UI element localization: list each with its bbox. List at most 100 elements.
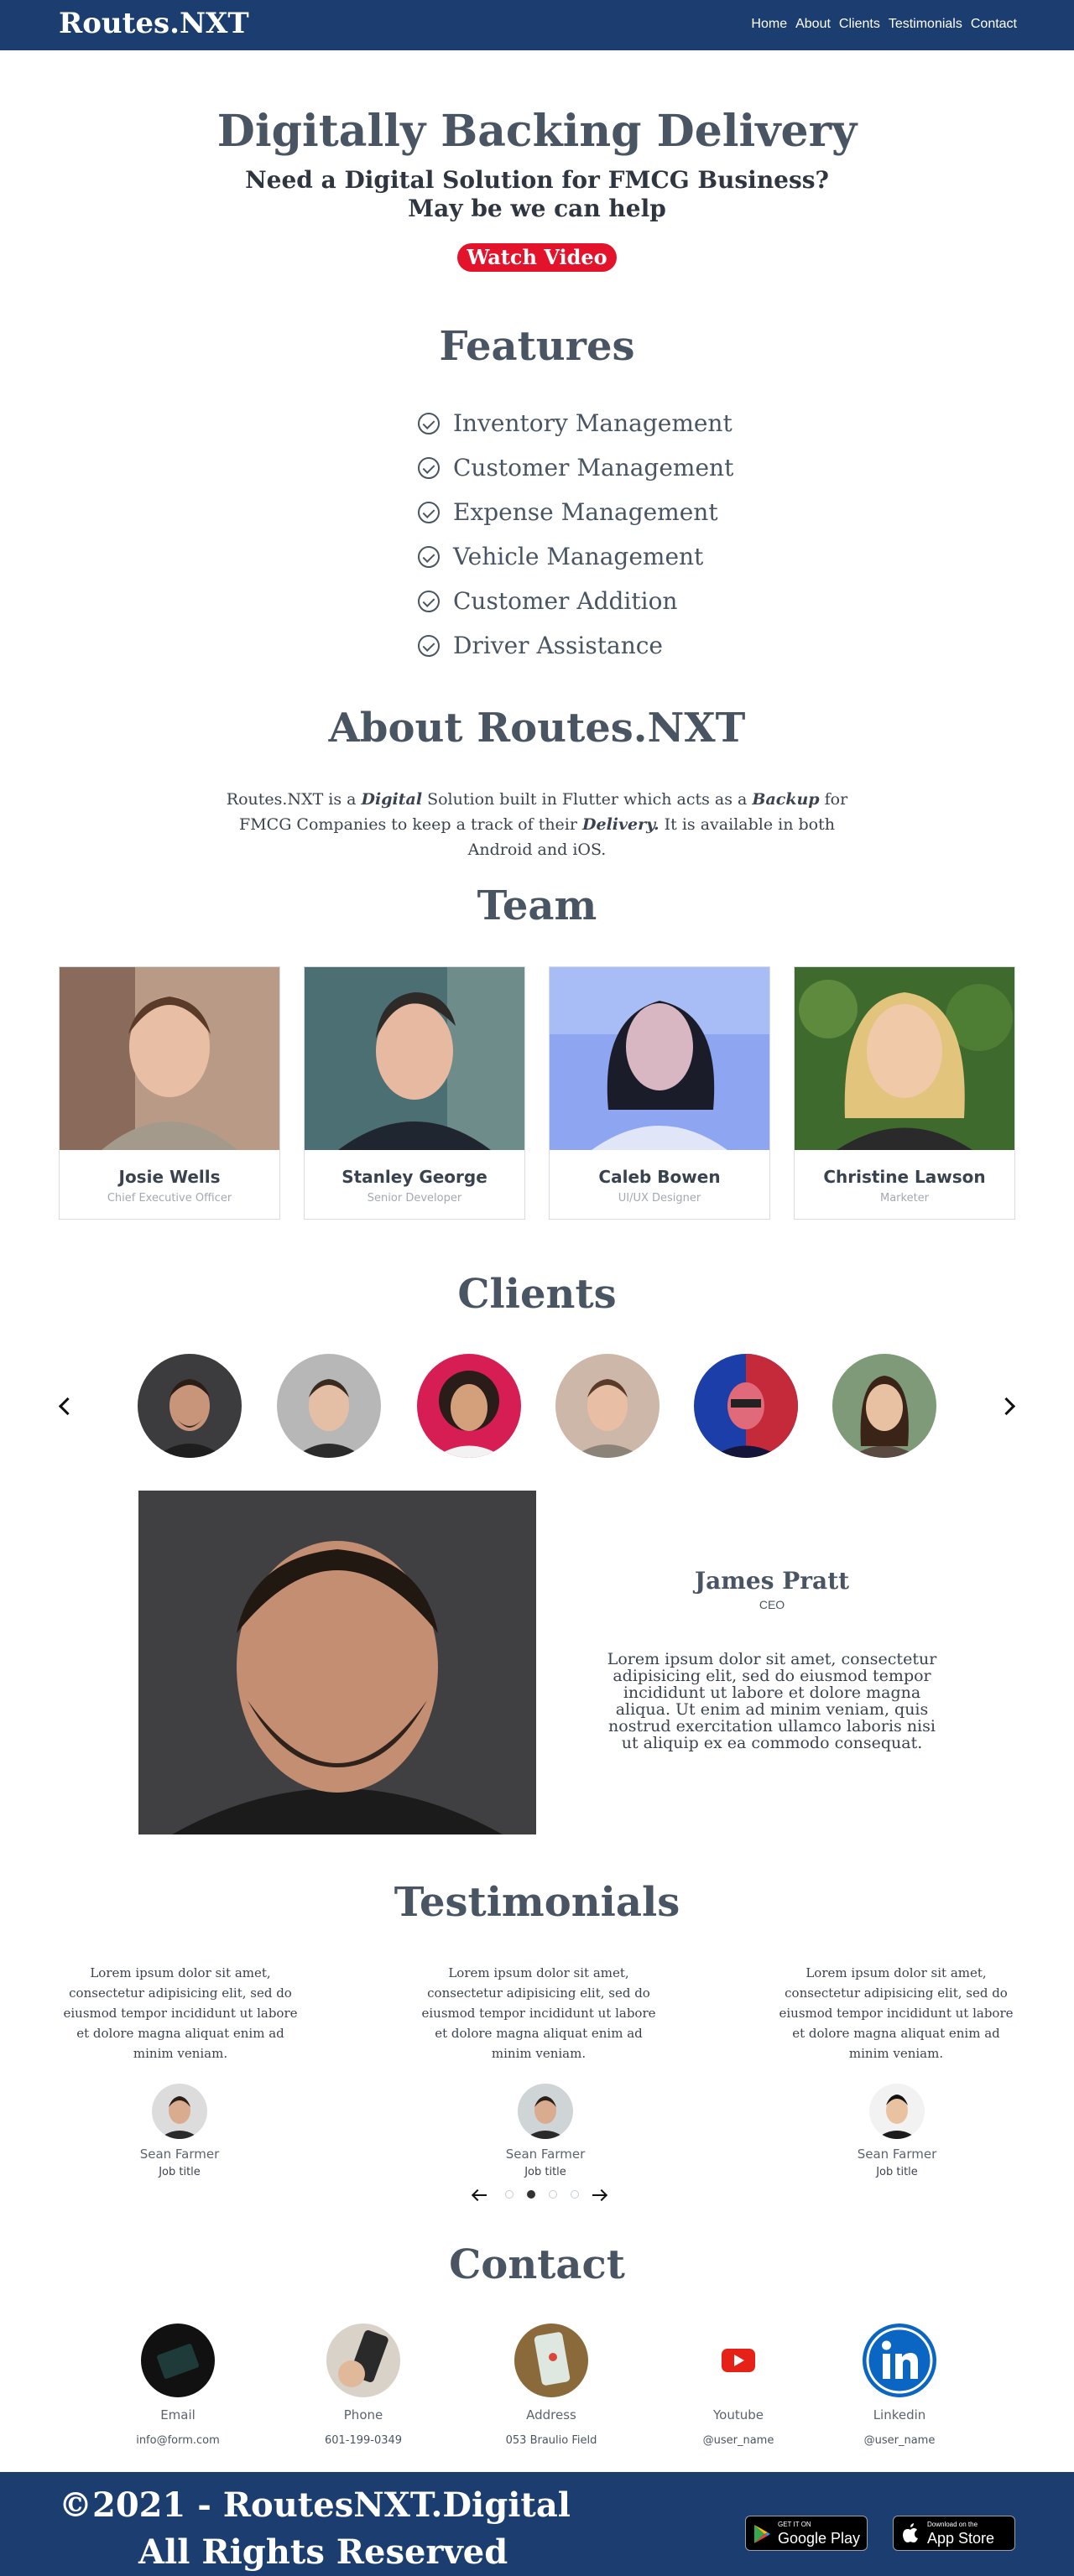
featured-client-image	[138, 1491, 536, 1834]
watch-video-button[interactable]: Watch Video	[457, 243, 617, 272]
feature-item: Expense Management	[418, 490, 733, 534]
testimonial-job: Job title	[876, 2166, 918, 2178]
client-photo-thumb	[277, 1354, 381, 1458]
phone-icon	[326, 2324, 400, 2397]
brand-logo[interactable]: Routes.NXT	[59, 7, 249, 40]
app-store-button[interactable]: Download on the App Store	[893, 2516, 1015, 2551]
testimonial-text: Lorem ipsum dolor sit amet, consectetur …	[59, 1963, 302, 2063]
client-avatar[interactable]	[417, 1354, 521, 1458]
team-card: Caleb Bowen UI/UX Designer	[549, 966, 770, 1220]
team-card: Christine Lawson Marketer	[794, 966, 1015, 1220]
app-store-text: App Store	[927, 2530, 995, 2547]
feature-label: Driver Assistance	[453, 632, 663, 659]
team-title: Team	[477, 882, 597, 929]
team-member-role: Senior Developer	[367, 1192, 462, 1205]
feature-item: Customer Management	[418, 445, 733, 490]
client-photo-thumb	[417, 1354, 521, 1458]
carousel-dot-active[interactable]	[527, 2190, 535, 2199]
feature-label: Inventory Management	[453, 409, 733, 437]
feature-label: Vehicle Management	[453, 543, 704, 570]
team-photo	[305, 967, 524, 1150]
contact-value[interactable]: 053 Braulio Field	[476, 2434, 627, 2447]
about-emphasis-delivery: Delivery.	[582, 815, 660, 834]
google-play-small-text: GET IT ON	[778, 2521, 811, 2528]
contact-linkedin[interactable]: Linkedin @user_name	[824, 2324, 975, 2447]
carousel-dot[interactable]	[549, 2190, 557, 2199]
nav-link-about[interactable]: About	[795, 17, 831, 32]
contact-value[interactable]: 601-199-0349	[288, 2434, 439, 2447]
featured-client-quote: Lorem ipsum dolor sit amet, consectetur …	[607, 1650, 937, 1752]
client-avatar[interactable]	[832, 1354, 936, 1458]
arrow-right-icon[interactable]	[591, 2187, 607, 2204]
team-photo	[60, 967, 279, 1150]
team-member-name: Caleb Bowen	[598, 1167, 721, 1187]
nav-link-testimonials[interactable]: Testimonials	[889, 17, 962, 32]
about-text-part: Solution built in Flutter which acts as …	[422, 790, 753, 809]
hero-subtitle-line-1: Need a Digital Solution for FMCG Busines…	[245, 166, 829, 194]
avatar-image	[152, 2084, 207, 2139]
contact-value[interactable]: @user_name	[663, 2434, 814, 2447]
clients-title: Clients	[457, 1271, 617, 1318]
check-circle-icon	[418, 590, 440, 612]
check-circle-icon	[418, 634, 440, 657]
testimonials-title: Testimonials	[394, 1879, 680, 1926]
feature-item: Inventory Management	[418, 401, 733, 445]
client-avatar[interactable]	[694, 1354, 798, 1458]
client-photo-thumb	[138, 1354, 242, 1458]
chevron-left-icon[interactable]	[55, 1396, 75, 1416]
nav-link-home[interactable]: Home	[751, 17, 787, 32]
team-member-role: Chief Executive Officer	[107, 1192, 232, 1205]
google-play-button[interactable]: GET IT ON Google Play	[745, 2516, 868, 2551]
contact-label: Address	[526, 2407, 576, 2422]
client-photo-thumb	[832, 1354, 936, 1458]
nav-link-contact[interactable]: Contact	[971, 17, 1017, 32]
about-text: Routes.NXT is a Digital Solution built i…	[210, 787, 864, 862]
client-avatar[interactable]	[555, 1354, 660, 1458]
hero-subtitle: Need a Digital Solution for FMCG Busines…	[0, 166, 1074, 223]
contact-value[interactable]: info@form.com	[102, 2434, 253, 2447]
featured-client-photo	[138, 1491, 536, 1834]
features-list: Inventory Management Customer Management…	[418, 401, 733, 668]
testimonial-avatar	[152, 2084, 207, 2139]
feature-item: Customer Addition	[418, 579, 733, 623]
navbar: Routes.NXT Home About Clients Testimonia…	[0, 0, 1074, 50]
about-emphasis-digital: Digital	[361, 790, 423, 809]
client-avatar[interactable]	[277, 1354, 381, 1458]
contact-label: Phone	[343, 2407, 383, 2422]
avatar-image	[869, 2084, 925, 2139]
feature-label: Expense Management	[453, 498, 718, 526]
contact-address[interactable]: Address 053 Braulio Field	[476, 2324, 627, 2447]
google-play-icon	[754, 2525, 770, 2543]
testimonial-text: Lorem ipsum dolor sit amet, consectetur …	[774, 1963, 1018, 2063]
testimonial-job: Job title	[524, 2166, 566, 2178]
app-store-small-text: Download on the	[927, 2521, 978, 2528]
contact-email[interactable]: Email info@form.com	[102, 2324, 253, 2447]
feature-label: Customer Addition	[453, 587, 678, 615]
nav-link-clients[interactable]: Clients	[839, 17, 880, 32]
footer: ©2021 - RoutesNXT.Digital All Rights Res…	[0, 2472, 1074, 2576]
arrow-left-icon[interactable]	[472, 2187, 488, 2204]
check-circle-icon	[418, 456, 440, 479]
feature-item: Vehicle Management	[418, 534, 733, 579]
carousel-dot[interactable]	[571, 2190, 579, 2199]
feature-label: Customer Management	[453, 454, 734, 481]
client-avatar[interactable]	[138, 1354, 242, 1458]
hero-subtitle-line-2: May be we can help	[408, 195, 666, 222]
chevron-right-icon[interactable]	[998, 1396, 1019, 1416]
team-member-name: Stanley George	[341, 1167, 487, 1187]
testimonial-name: Sean Farmer	[505, 2147, 586, 2162]
contact-phone[interactable]: Phone 601-199-0349	[288, 2324, 439, 2447]
testimonial-text: Lorem ipsum dolor sit amet, consectetur …	[417, 1963, 660, 2063]
client-photo-thumb	[694, 1354, 798, 1458]
testimonial-avatar	[518, 2084, 573, 2139]
contact-title: Contact	[449, 2241, 625, 2288]
contact-youtube[interactable]: Youtube @user_name	[663, 2324, 814, 2447]
carousel-dot[interactable]	[505, 2190, 514, 2199]
linkedin-icon	[863, 2324, 936, 2397]
contact-value[interactable]: @user_name	[824, 2434, 975, 2447]
map-icon	[514, 2324, 588, 2397]
features-title: Features	[439, 323, 635, 370]
team-photo	[795, 967, 1014, 1150]
testimonial-name: Sean Farmer	[857, 2147, 937, 2162]
hero-title: Digitally Backing Delivery	[216, 106, 858, 157]
